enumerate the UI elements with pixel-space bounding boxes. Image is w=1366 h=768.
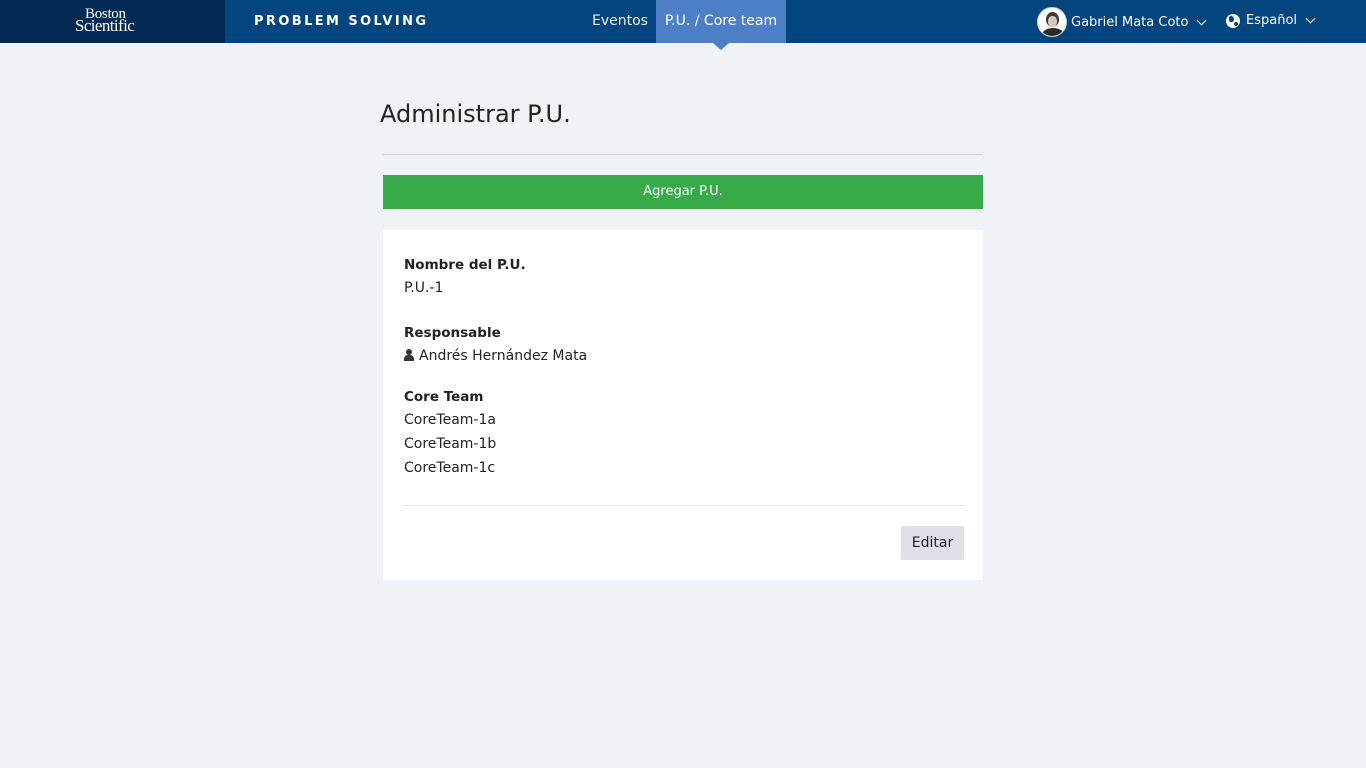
language-label: Español xyxy=(1246,13,1298,28)
app-title: PROBLEM SOLVING xyxy=(254,14,429,29)
core-team-item: CoreTeam-1a xyxy=(404,412,496,428)
edit-button[interactable]: Editar xyxy=(901,526,964,560)
owner-label: Responsable xyxy=(404,325,501,341)
boston-scientific-logo[interactable]: Boston Scientific xyxy=(75,7,135,35)
chevron-down-icon xyxy=(1305,13,1316,24)
title-divider xyxy=(382,154,983,155)
core-team-item: CoreTeam-1b xyxy=(404,436,497,452)
active-caret-icon xyxy=(713,43,729,50)
core-team-item: CoreTeam-1c xyxy=(404,460,496,476)
avatar xyxy=(1037,7,1067,37)
globe-icon xyxy=(1226,13,1240,28)
page-title: Administrar P.U. xyxy=(380,100,571,128)
pu-name-label: Nombre del P.U. xyxy=(404,257,526,273)
language-menu[interactable]: Español xyxy=(1226,13,1316,28)
avatar-face xyxy=(1048,16,1057,27)
owner-name: Andrés Hernández Mata xyxy=(419,348,588,364)
add-pu-button[interactable]: Agregar P.U. xyxy=(383,175,983,209)
chevron-down-icon xyxy=(1197,15,1207,25)
user-name: Gabriel Mata Coto xyxy=(1071,14,1189,30)
pu-card: Nombre del P.U. P.U.-1 Responsable André… xyxy=(383,230,983,580)
logo-box[interactable]: Boston Scientific xyxy=(0,0,225,43)
avatar-body xyxy=(1042,28,1064,36)
nav-item-eventos[interactable]: Eventos xyxy=(580,0,660,43)
nav-item-label: P.U. / Core team xyxy=(664,13,778,29)
nav-item-pu-core-team[interactable]: P.U. / Core team xyxy=(656,0,786,50)
owner-value: Andrés Hernández Mata xyxy=(404,348,587,364)
pu-name-value: P.U.-1 xyxy=(404,280,444,296)
user-icon xyxy=(404,349,414,361)
top-navbar: Boston Scientific PROBLEM SOLVING Evento… xyxy=(0,0,1366,50)
core-team-label: Core Team xyxy=(404,389,484,405)
card-divider xyxy=(404,505,964,506)
user-menu[interactable]: Gabriel Mata Coto xyxy=(1037,7,1207,37)
logo-line-2: Scientific xyxy=(75,16,135,35)
